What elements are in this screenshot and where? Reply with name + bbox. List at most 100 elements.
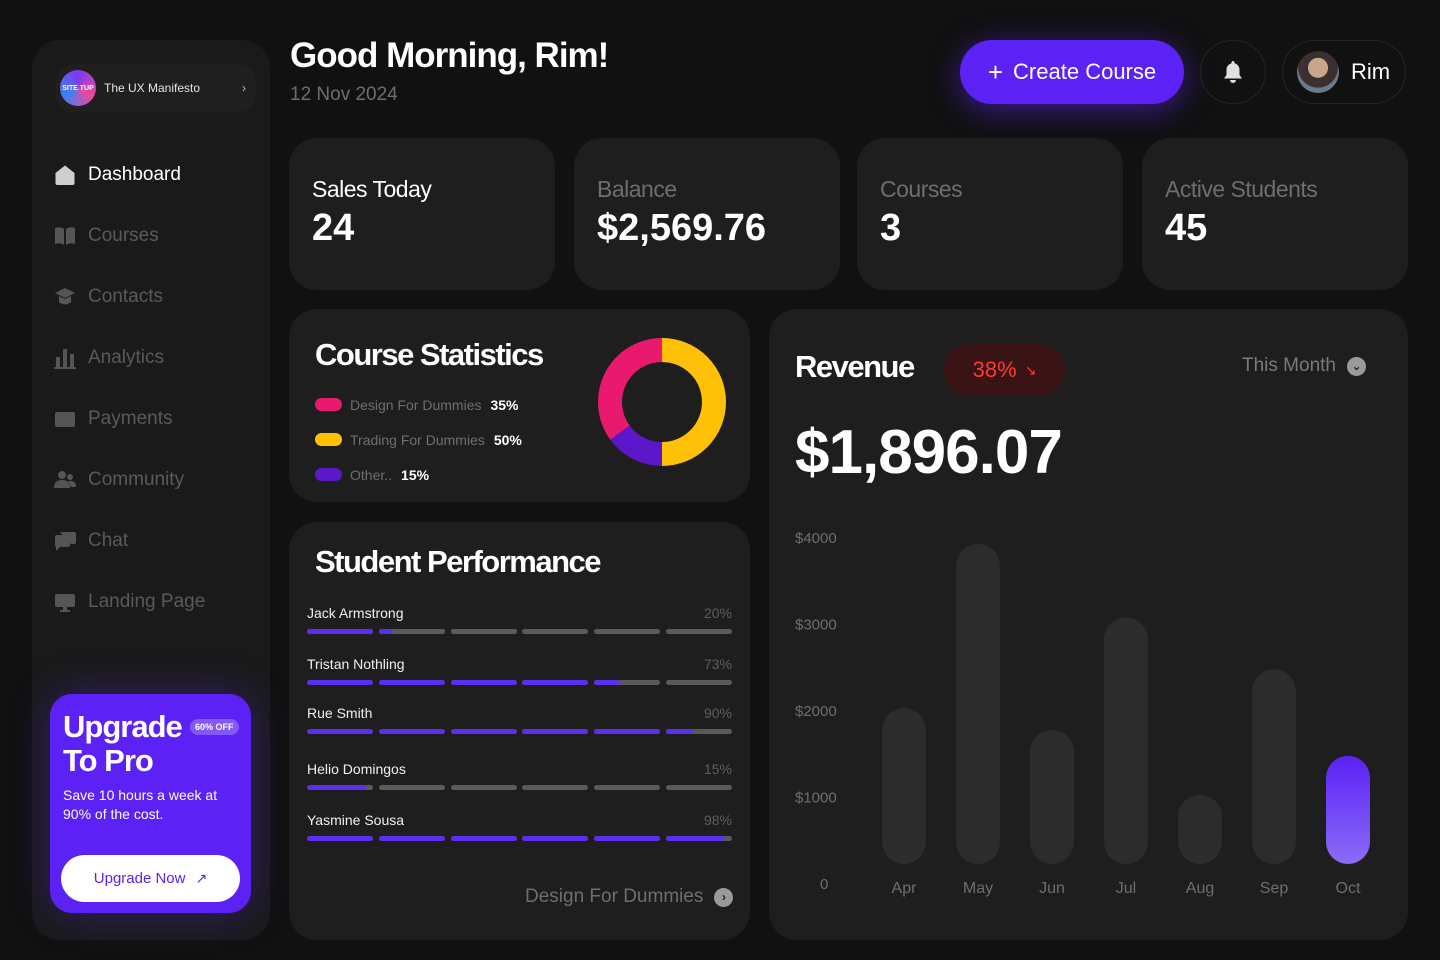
student-row: Helio Domingos 15% [307, 761, 732, 790]
course-statistics-title: Course Statistics [315, 337, 544, 372]
y-tick-label: 0 [820, 876, 828, 893]
stat-card-balance: Balance $2,569.76 [574, 138, 840, 290]
progress-bar [307, 629, 732, 634]
legend-item: Design For Dummies 35% [315, 387, 522, 422]
progress-segment [450, 836, 517, 841]
sidebar-item-courses[interactable]: Courses [54, 205, 254, 266]
student-row: Tristan Nothling 73% [307, 656, 732, 685]
y-tick-label: $3000 [795, 617, 837, 634]
user-menu-button[interactable]: Rim [1282, 40, 1406, 104]
page-greeting: Good Morning, Rim! [290, 36, 609, 75]
upgrade-button-label: Upgrade Now [93, 870, 186, 887]
progress-segment [594, 629, 661, 634]
progress-segment [665, 836, 732, 841]
revenue-bar[interactable] [1252, 669, 1296, 864]
revenue-card: Revenue 38% ↘ This Month ⌄ $1,896.07 0 $1… [769, 309, 1408, 940]
create-course-button[interactable]: + Create Course [960, 40, 1184, 104]
student-performance-card: Student Performance Jack Armstrong 20% Tri… [289, 522, 750, 940]
notifications-button[interactable] [1200, 40, 1266, 104]
sidebar-item-landing-page[interactable]: Landing Page [54, 571, 254, 632]
stat-label: Courses [880, 176, 963, 202]
bell-icon [1224, 61, 1242, 83]
progress-segment [450, 629, 517, 634]
sidebar-item-contacts[interactable]: Contacts [54, 266, 254, 327]
chat-icon [54, 530, 76, 552]
sidebar-item-analytics[interactable]: Analytics [54, 327, 254, 388]
home-icon [54, 164, 76, 186]
upgrade-title: Upgrade To Pro [63, 709, 183, 778]
workspace-switcher[interactable]: SITE TUP The UX Manifesto › [56, 64, 256, 112]
stat-value: 24 [312, 207, 355, 249]
donut-slice [598, 338, 662, 440]
course-filter-label: Design For Dummies [525, 886, 704, 907]
legend-swatch [315, 398, 342, 411]
progress-segment [594, 680, 661, 685]
current-date: 12 Nov 2024 [290, 84, 398, 105]
student-name: Jack Armstrong [307, 605, 404, 621]
legend-swatch [315, 433, 342, 446]
plus-icon: + [987, 56, 1004, 87]
sidebar-item-label: Courses [88, 224, 159, 246]
y-tick-label: $2000 [795, 703, 837, 720]
progress-segment [522, 785, 589, 790]
sidebar-item-label: Community [88, 468, 185, 490]
progress-segment [594, 729, 661, 734]
revenue-bar[interactable] [1104, 617, 1148, 864]
x-tick-label: Jul [1116, 880, 1136, 897]
student-name: Tristan Nothling [307, 656, 405, 672]
student-performance-title: Student Performance [315, 544, 602, 579]
sidebar-item-chat[interactable]: Chat [54, 510, 254, 571]
revenue-bar[interactable] [1326, 755, 1370, 864]
legend-value: 15% [401, 466, 430, 483]
users-icon [54, 469, 76, 491]
book-icon [54, 225, 76, 247]
student-row: Rue Smith 90% [307, 705, 732, 734]
revenue-bar[interactable] [882, 708, 926, 864]
x-tick-label: Sep [1260, 880, 1289, 897]
sidebar-item-label: Contacts [88, 285, 163, 307]
stat-value: 3 [880, 207, 902, 249]
progress-segment [522, 680, 589, 685]
progress-segment [378, 836, 445, 841]
student-score: 98% [703, 812, 732, 828]
progress-segment [450, 785, 517, 790]
student-name: Rue Smith [307, 705, 373, 721]
x-tick-label: Jun [1039, 880, 1065, 897]
student-score: 73% [703, 656, 732, 672]
revenue-bar[interactable] [956, 543, 1000, 864]
workspace-logo: SITE TUP [60, 70, 96, 106]
sidebar-item-label: Dashboard [88, 163, 181, 185]
y-tick-label: $1000 [795, 790, 837, 807]
progress-segment [665, 785, 732, 790]
x-tick-label: Apr [892, 880, 918, 897]
progress-segment [378, 729, 445, 734]
sidebar-item-payments[interactable]: Payments [54, 388, 254, 449]
revenue-bar[interactable] [1178, 794, 1222, 864]
progress-segment [665, 629, 732, 634]
user-name: Rim [1351, 59, 1391, 84]
progress-bar [307, 680, 732, 685]
legend-swatch [315, 468, 342, 481]
progress-segment [594, 785, 661, 790]
stat-card-courses: Courses 3 [857, 138, 1123, 290]
sidebar-item-community[interactable]: Community [54, 449, 254, 510]
progress-segment [594, 836, 661, 841]
legend-label: Other.. [350, 466, 393, 483]
course-filter-link[interactable]: Design For Dummies › [525, 886, 734, 908]
stat-card-sales-today: Sales Today 24 [289, 138, 555, 290]
student-name: Helio Domingos [307, 761, 406, 777]
progress-segment [522, 629, 589, 634]
progress-segment [378, 680, 445, 685]
sidebar-item-label: Payments [88, 407, 173, 429]
upgrade-description: Save 10 hours a week at 90% of the cost. [63, 787, 218, 822]
revenue-bar[interactable] [1030, 729, 1074, 864]
progress-bar [307, 785, 732, 790]
legend-value: 35% [490, 396, 519, 413]
sidebar-item-dashboard[interactable]: Dashboard [54, 144, 254, 205]
student-row: Jack Armstrong 20% [307, 605, 732, 634]
progress-segment [307, 836, 373, 841]
y-tick-label: $4000 [795, 530, 837, 547]
credit-card-icon [54, 408, 76, 430]
upgrade-now-button[interactable]: Upgrade Now ↗ [61, 855, 240, 902]
legend-label: Trading For Dummies [350, 431, 485, 448]
